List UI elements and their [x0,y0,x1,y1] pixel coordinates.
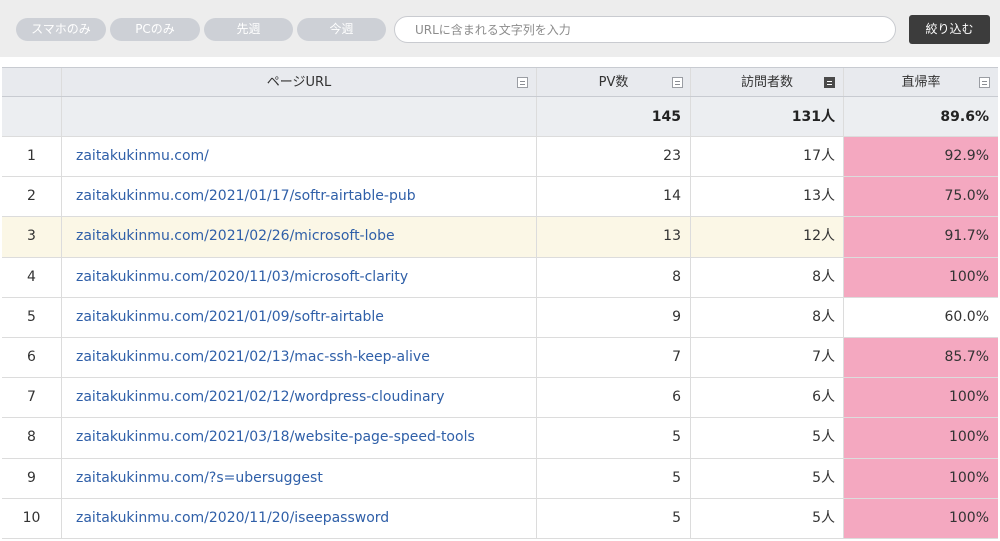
totals-url [62,97,537,136]
visitor-count: 17人 [691,137,844,177]
header-url[interactable]: ページURL [62,68,537,96]
page-url-link[interactable]: zaitakukinmu.com/2020/11/03/microsoft-cl… [62,257,537,297]
page-url-link[interactable]: zaitakukinmu.com/?s=ubersuggest [62,458,537,498]
row-index: 2 [2,177,62,217]
bounce-rate: 100% [844,458,998,498]
filter-this-week-button[interactable]: 今週 [297,18,386,41]
visitor-count: 7人 [691,337,844,378]
visitor-count: 6人 [691,378,844,418]
totals-bounce: 89.6% [940,109,989,125]
pv-count: 13 [537,217,691,257]
header-index [2,68,62,96]
bounce-rate: 60.0% [944,308,989,325]
visitor-count: 5人 [691,458,844,498]
bounce-rate: 91.7% [844,217,998,257]
table-header: ページURL PV数 訪問者数 直帰率 [2,67,998,97]
totals-row: 145 131人 89.6% [2,97,998,137]
row-index: 1 [2,137,62,177]
table-row[interactable]: 4 zaitakukinmu.com/2020/11/03/microsoft-c… [2,257,998,298]
page-url-link[interactable]: zaitakukinmu.com/ [62,137,537,177]
table-row[interactable]: 3 zaitakukinmu.com/2021/02/26/microsoft-l… [2,217,998,258]
table-row[interactable]: 1 zaitakukinmu.com/23 17人 92.9% [2,137,998,178]
row-index: 9 [2,458,62,498]
page-url-link[interactable]: zaitakukinmu.com/2021/03/18/website-page… [62,418,537,458]
sort-pv-icon[interactable] [672,77,683,88]
row-index: 6 [2,337,62,378]
visitor-count: 5人 [691,418,844,458]
row-index: 5 [2,297,62,337]
bounce-rate: 100% [844,418,998,458]
row-index: 7 [2,378,62,418]
header-pv-label: PV数 [598,75,629,90]
filter-last-week-button[interactable]: 先週 [204,18,293,41]
table-row[interactable]: 7 zaitakukinmu.com/2021/02/12/wordpress-c… [2,378,998,419]
pv-count: 9 [537,297,691,337]
page-url-link[interactable]: zaitakukinmu.com/2021/02/13/mac-ssh-keep… [62,337,537,378]
pv-count: 5 [537,418,691,458]
row-index: 8 [2,418,62,458]
pv-count: 6 [537,378,691,418]
page-url-link[interactable]: zaitakukinmu.com/2021/01/09/softr-airtab… [62,297,537,337]
url-search-input[interactable] [415,21,885,39]
visitor-count: 5人 [691,498,844,538]
visitor-count: 8人 [691,297,844,337]
header-visitors-label: 訪問者数 [740,75,793,90]
bounce-rate: 75.0% [844,177,998,217]
header-bounce[interactable]: 直帰率 [844,68,998,96]
row-index: 4 [2,257,62,297]
page-url-link[interactable]: zaitakukinmu.com/2021/02/12/wordpress-cl… [62,378,537,418]
bounce-rate: 100% [844,498,998,538]
pv-count: 5 [537,498,691,538]
header-pv[interactable]: PV数 [537,68,691,96]
header-url-label: ページURL [266,75,332,90]
pv-count: 7 [537,337,691,378]
bounce-rate: 92.9% [844,137,998,177]
page-url-link[interactable]: zaitakukinmu.com/2021/02/26/microsoft-lo… [62,217,537,257]
pv-count: 23 [537,137,691,177]
sort-bounce-icon[interactable] [979,77,990,88]
page-url-link[interactable]: zaitakukinmu.com/2020/11/20/iseepassword [62,498,537,538]
table-body: 1 zaitakukinmu.com/23 17人 92.9% 2 zaitakukinm… [2,137,998,539]
sort-url-icon[interactable] [517,77,528,88]
header-bounce-label: 直帰率 [901,75,941,90]
table-row[interactable]: 2 zaitakukinmu.com/2021/01/17/softr-airta… [2,177,998,218]
header-visitors[interactable]: 訪問者数 [691,68,844,96]
table-row[interactable]: 6 zaitakukinmu.com/2021/02/13/mac-ssh-kee… [2,337,998,379]
row-index: 10 [2,498,62,538]
bounce-rate: 100% [844,257,998,297]
pv-count: 5 [537,458,691,498]
row-index: 3 [2,217,62,257]
table-row[interactable]: 8 zaitakukinmu.com/2021/03/18/website-pag… [2,418,998,459]
bounce-rate: 100% [844,378,998,418]
pv-count: 14 [537,177,691,217]
totals-visitors: 131人 [691,97,844,136]
filter-submit-button[interactable]: 絞り込む [909,15,990,44]
bounce-rate: 85.7% [844,337,998,378]
filter-pc-only-button[interactable]: PCのみ [110,18,200,41]
table-row[interactable]: 9 zaitakukinmu.com/?s=ubersuggest 5 5人 100% [2,458,998,499]
url-search-box [394,16,896,43]
table-row[interactable]: 10 zaitakukinmu.com/2020/11/20/iseepasswo… [2,498,998,539]
filter-toolbar: スマホのみ PCのみ 先週 今週 絞り込む [0,0,1000,57]
pv-count: 8 [537,257,691,297]
totals-index [2,97,62,136]
visitor-count: 8人 [691,257,844,297]
visitor-count: 13人 [691,177,844,217]
page-stats-table: ページURL PV数 訪問者数 直帰率 145 131人 89.6% 1 zait… [2,67,998,539]
sort-visitors-icon[interactable] [824,77,835,88]
totals-pv: 145 [537,97,691,136]
page-url-link[interactable]: zaitakukinmu.com/2021/01/17/softr-airtab… [62,177,537,217]
table-row[interactable]: 5 zaitakukinmu.com/2021/01/09/softr-airta… [2,297,998,338]
filter-smartphone-only-button[interactable]: スマホのみ [16,18,106,41]
visitor-count: 12人 [691,217,844,257]
